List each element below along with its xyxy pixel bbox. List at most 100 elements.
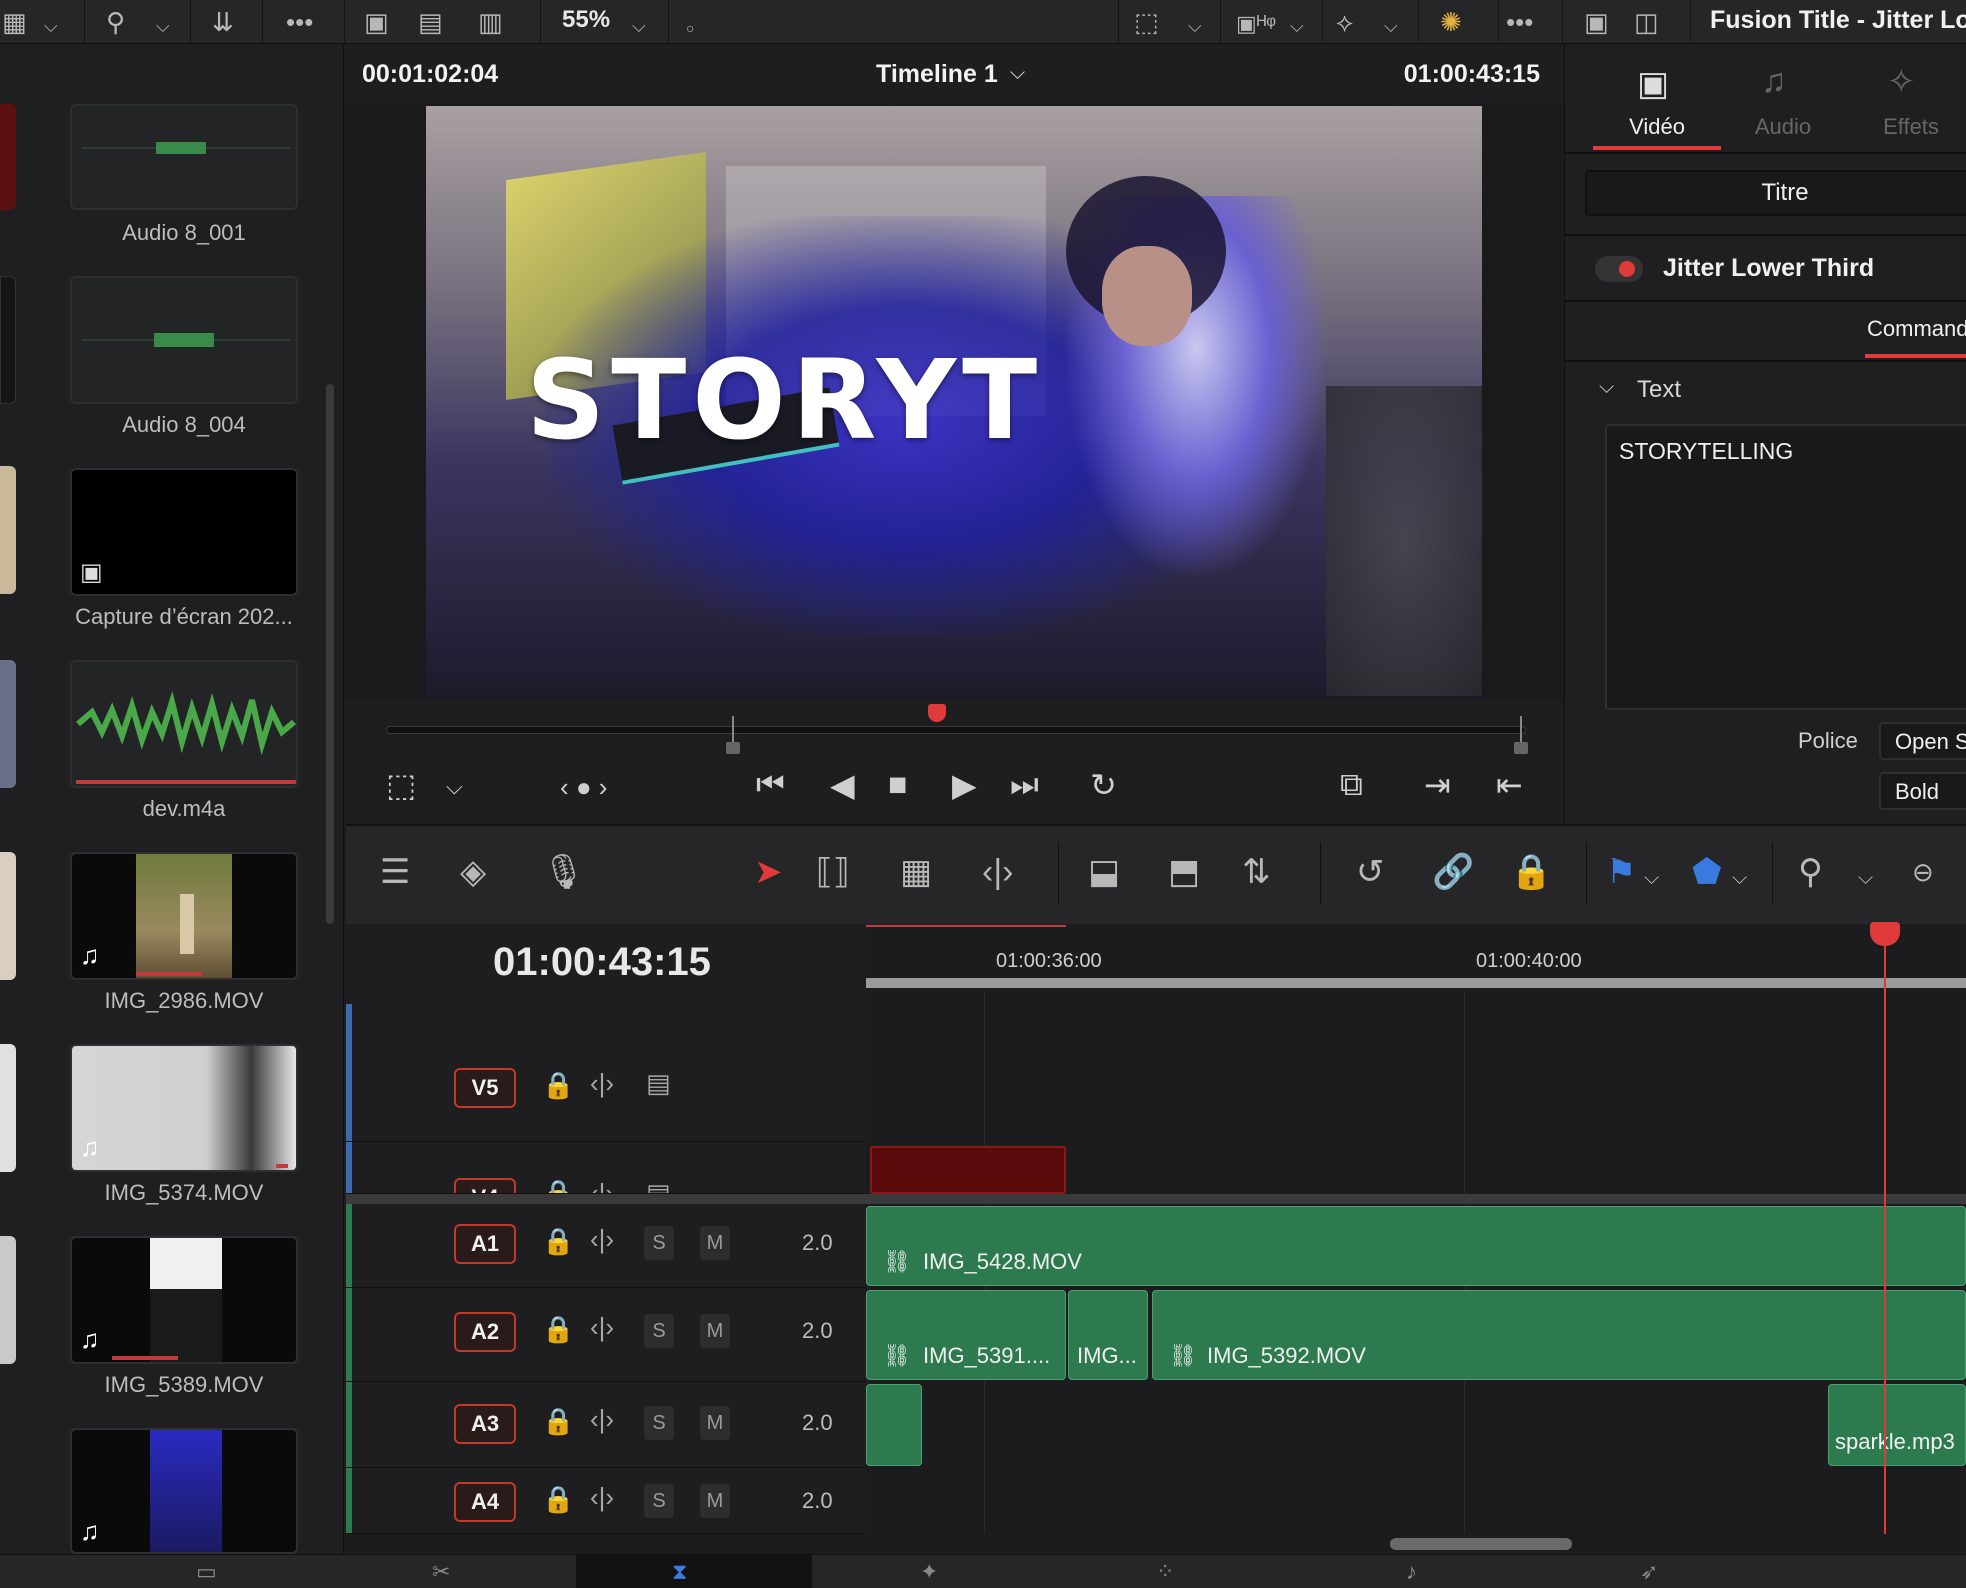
cut-page-icon[interactable]: ✂ (432, 1559, 450, 1585)
timeline-options-icon[interactable]: ☰ (380, 852, 410, 892)
thumb-blue-clip[interactable]: ♫ (70, 1428, 298, 1554)
pool-scrollbar[interactable] (326, 384, 334, 924)
partial-thumb[interactable] (0, 852, 16, 980)
lock-icon[interactable]: 🔒 (542, 1070, 574, 1101)
timeline-playhead[interactable] (1884, 924, 1886, 1534)
solo-button[interactable]: S (644, 1406, 674, 1440)
layout-icon[interactable]: ▥ (478, 8, 503, 36)
tab-commands[interactable]: Command (1867, 316, 1966, 342)
audio-clip-a1[interactable]: ⛓ IMG_5428.MOV (866, 1206, 1966, 1286)
auto-select-icon[interactable]: ‹|› (590, 1404, 614, 1435)
audio-clip-a2-1[interactable]: ⛓ IMG_5391.... (866, 1290, 1066, 1380)
zoom-out-icon[interactable]: ⊖ (1912, 852, 1934, 892)
auto-select-icon[interactable]: ‹|› (590, 1224, 614, 1255)
auto-select-icon[interactable]: ‹|› (590, 1178, 614, 1193)
loop-icon[interactable]: ↻ (1090, 766, 1117, 804)
video-clip-v4[interactable] (870, 1146, 1066, 1194)
stop-icon[interactable]: ■ (888, 766, 907, 803)
marker-icon[interactable]: ⬟ (1692, 852, 1722, 892)
auto-select-icon[interactable]: ‹|› (590, 1312, 614, 1343)
partial-thumb[interactable] (0, 1044, 16, 1172)
thumb-audio-8-001[interactable] (70, 104, 298, 210)
flag-icon[interactable]: ⚑ (1606, 852, 1636, 892)
video-frame[interactable]: STORYT (426, 106, 1482, 698)
chevron-down-icon[interactable]: ⌵ (44, 12, 58, 40)
jump-end-icon[interactable]: ⏭ (1010, 766, 1039, 804)
jump-start-icon[interactable]: ⏮ (756, 766, 785, 804)
blade-tool-icon[interactable]: ▦ (900, 852, 932, 892)
deliver-page-icon[interactable]: ➶ (1640, 1559, 1658, 1585)
audio-clip-a3-1[interactable] (866, 1384, 922, 1466)
snapping-icon[interactable]: ↺ (1356, 852, 1385, 892)
chevron-down-icon[interactable]: ⌵ (1732, 858, 1747, 898)
chevron-down-icon[interactable]: ⌵ (1010, 62, 1025, 85)
text-input[interactable]: STORYTELLING (1605, 424, 1966, 710)
transform-icon[interactable]: ⬚ (386, 766, 416, 804)
lock-icon[interactable]: 🔒 (542, 1314, 574, 1345)
track-id-badge[interactable]: A2 (454, 1312, 516, 1352)
hq-icon[interactable]: ▣ᴴᵠ (1236, 10, 1276, 38)
audio-clip-a2-3[interactable]: ⛓ IMG_5392.MOV (1152, 1290, 1966, 1380)
play-icon[interactable]: ▶ (952, 766, 977, 804)
timeline-selector[interactable]: Timeline 1 (876, 60, 998, 89)
tab-effects[interactable]: Effets (1851, 114, 1966, 140)
chevron-down-icon[interactable]: ⌵ (632, 12, 646, 40)
selection-tool-icon[interactable]: ➤ (754, 852, 783, 892)
auto-select-icon[interactable]: ‹|› (590, 1068, 614, 1099)
thumb-img-5374[interactable]: ♫ (70, 1044, 298, 1172)
split-view-icon[interactable]: ◫ (1634, 8, 1659, 36)
zoom-level[interactable]: 55% (562, 6, 610, 34)
fusion-page-icon[interactable]: ✦ (920, 1559, 938, 1585)
edit-page-icon[interactable]: ⧗ (672, 1559, 687, 1585)
image-view-icon[interactable]: ▣ (364, 8, 389, 36)
mute-button[interactable]: M (700, 1406, 730, 1440)
thumb-screenshot[interactable]: ▣ (70, 468, 298, 596)
track-id-badge[interactable]: A4 (454, 1482, 516, 1522)
chevron-down-icon[interactable]: ⌵ (1644, 858, 1659, 898)
track-id-badge[interactable]: V5 (454, 1068, 516, 1108)
solo-button[interactable]: S (644, 1484, 674, 1518)
grid-icon[interactable]: ▦ (2, 8, 27, 36)
track-id-badge[interactable]: A1 (454, 1224, 516, 1264)
replace-icon[interactable]: ⇅ (1242, 852, 1271, 892)
font-family-select[interactable]: Open S (1879, 722, 1966, 760)
thumb-img-2986[interactable]: ♫ (70, 852, 298, 980)
color-page-icon[interactable]: ⁘ (1156, 1559, 1174, 1585)
mute-button[interactable]: M (700, 1226, 730, 1260)
timeline-ruler[interactable]: 01:00:36:00 01:00:40:00 (866, 924, 1966, 988)
zoom-timeline-icon[interactable]: ⚲ (1798, 852, 1823, 892)
tab-audio[interactable]: Audio (1723, 114, 1843, 140)
step-back-icon[interactable]: ◀ (830, 766, 855, 804)
partial-thumb[interactable] (0, 104, 16, 210)
more-icon[interactable]: ••• (286, 8, 313, 36)
film-icon[interactable]: ▤ (646, 1178, 671, 1193)
chevron-down-icon[interactable]: ⌵ (1384, 12, 1398, 40)
thumb-img-5389[interactable]: ♫ (70, 1236, 298, 1364)
tab-video[interactable]: Vidéo (1597, 114, 1717, 140)
title-button[interactable]: Titre (1585, 170, 1966, 216)
partial-thumb[interactable] (0, 660, 16, 788)
solo-button[interactable]: S (644, 1314, 674, 1348)
microphone-icon[interactable]: 🎙 (542, 852, 585, 892)
chevron-down-icon[interactable]: ⌵ (1599, 376, 1614, 399)
media-page-icon[interactable]: ▭ (196, 1559, 217, 1585)
dynamic-trim-icon[interactable]: ‹|› (982, 852, 1013, 892)
partial-thumb[interactable] (0, 276, 16, 404)
scrub-bar[interactable] (386, 726, 1526, 734)
playhead-marker[interactable] (928, 704, 946, 722)
chevron-down-icon[interactable]: ⌵ (446, 774, 463, 800)
chevron-down-icon[interactable]: ⌵ (1858, 858, 1873, 898)
flags-icon[interactable]: ◈ (460, 852, 486, 892)
mute-button[interactable]: M (700, 1314, 730, 1348)
fairlight-page-icon[interactable]: ♪ (1406, 1559, 1417, 1585)
sort-icon[interactable]: ⇊ (212, 8, 234, 36)
track-id-badge[interactable]: A3 (454, 1404, 516, 1444)
chevron-down-icon[interactable]: ⌵ (1188, 12, 1202, 40)
audio-clip-a3-2[interactable]: sparkle.mp3 (1828, 1384, 1966, 1466)
track-id-badge[interactable]: V4 (454, 1178, 516, 1193)
partial-thumb[interactable] (0, 1236, 16, 1364)
link-icon[interactable]: 🔗 (1432, 852, 1474, 892)
chevron-down-icon[interactable]: ⌵ (156, 12, 170, 40)
trim-tool-icon[interactable]: ⟦⟧ (816, 852, 850, 892)
insert-icon[interactable]: ⬓ (1088, 852, 1120, 892)
